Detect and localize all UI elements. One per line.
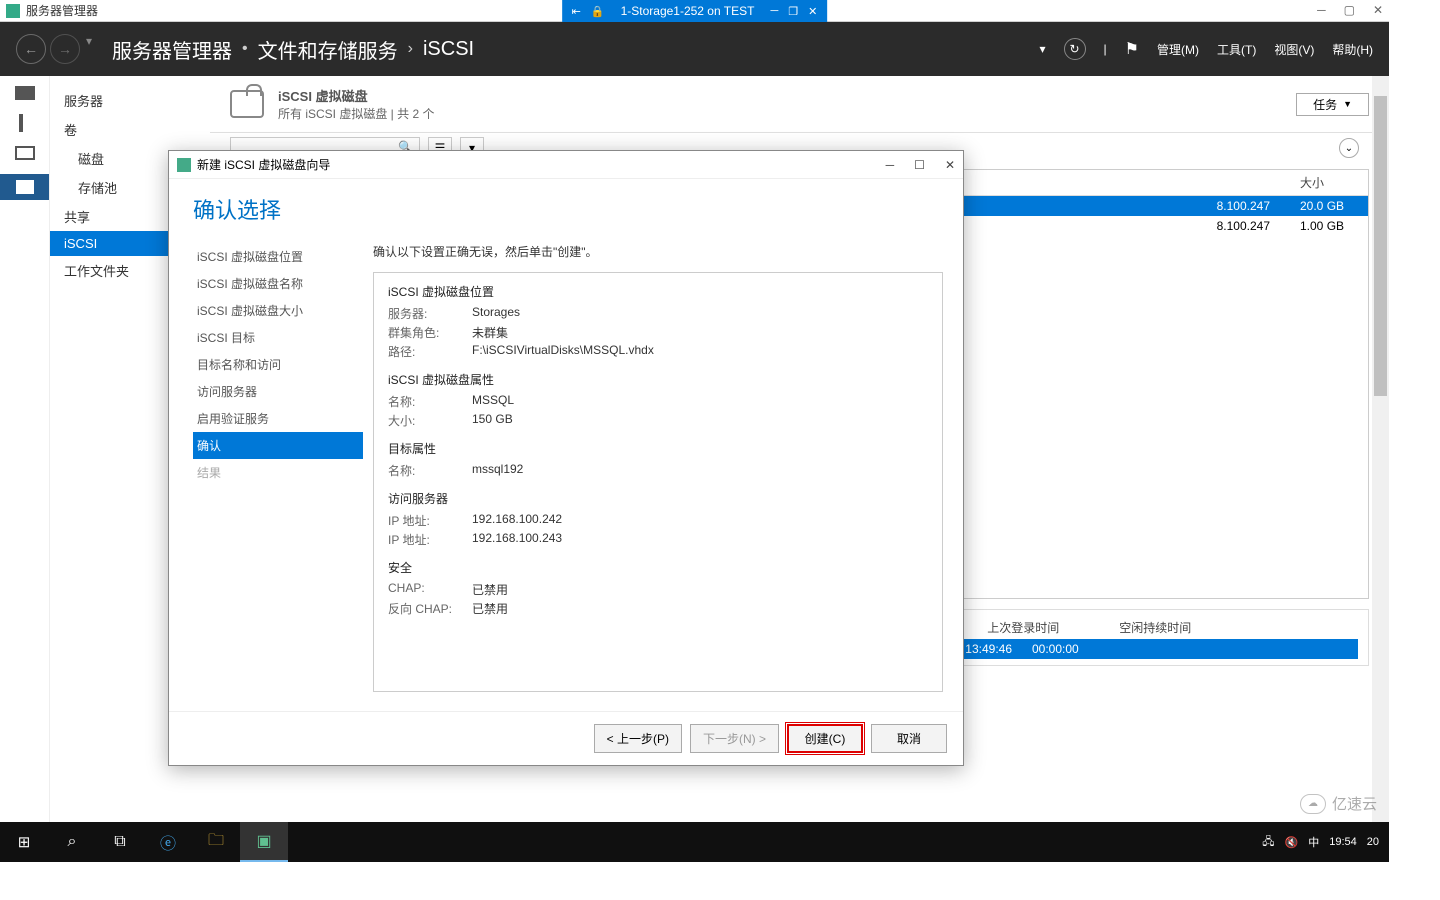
expand-button[interactable]: ⌄: [1339, 138, 1359, 158]
tray-clock[interactable]: 19:54: [1329, 836, 1357, 848]
nav-back-button[interactable]: ←: [16, 34, 46, 64]
server-manager-taskbar-button[interactable]: ▣: [240, 822, 288, 862]
wizard-intro: 确认以下设置正确无误，然后单击"创建"。: [373, 243, 943, 260]
panel-subtitle: 所有 iSCSI 虚拟磁盘 | 共 2 个: [278, 105, 434, 122]
wizard-step[interactable]: 访问服务器: [193, 378, 363, 405]
wizard-minimize-button[interactable]: ─: [886, 158, 895, 172]
nav-dropdown[interactable]: ▾: [86, 34, 92, 64]
close-button[interactable]: ✕: [1373, 3, 1383, 18]
refresh-button[interactable]: ↻: [1064, 38, 1086, 60]
nav-item-volumes[interactable]: 卷: [50, 115, 210, 144]
nav-forward-button[interactable]: →: [50, 34, 80, 64]
cancel-button[interactable]: 取消: [871, 724, 947, 753]
tray-sound-icon[interactable]: 🔇: [1285, 836, 1299, 849]
prev-button[interactable]: < 上一步(P): [594, 724, 682, 753]
create-button[interactable]: 创建(C): [787, 724, 863, 753]
panel-title: iSCSI 虚拟磁盘: [278, 86, 434, 105]
tray-network-icon[interactable]: 🖧: [1262, 833, 1274, 852]
all-servers-icon[interactable]: [15, 146, 35, 160]
breadcrumb: 服务器管理器 • 文件和存储服务 › iSCSI: [112, 35, 474, 64]
confirmation-box: iSCSI 虚拟磁盘位置 服务器:Storages 群集角色:未群集 路径:F:…: [373, 272, 943, 692]
cloud-icon: ☁: [1300, 794, 1326, 814]
iscsi-disk-icon: [230, 90, 264, 118]
breadcrumb-leaf: iSCSI: [423, 38, 474, 61]
header-divider: |: [1104, 42, 1107, 56]
header-dropdown[interactable]: ▾: [1040, 42, 1046, 56]
menu-help[interactable]: 帮助(H): [1332, 41, 1373, 58]
local-server-icon[interactable]: [19, 114, 23, 132]
wizard-icon: [177, 158, 191, 172]
nav-item-servers[interactable]: 服务器: [50, 86, 210, 115]
chevron-right-icon: •: [242, 40, 248, 58]
dashboard-icon[interactable]: [15, 86, 35, 100]
chevron-right-icon: ›: [408, 40, 413, 58]
wizard-step-current[interactable]: 确认: [193, 432, 363, 459]
task-view-button[interactable]: ⧉: [96, 822, 144, 862]
chevron-down-icon: ▼: [1343, 99, 1352, 109]
taskbar: ⊞ ⌕ ⧉ ⓔ 🗀 ▣ 🖧 🔇 中 19:54 20: [0, 822, 1389, 862]
server-manager-icon: [6, 4, 20, 18]
maximize-button[interactable]: ▢: [1344, 3, 1355, 18]
tasks-button[interactable]: 任务 ▼: [1296, 93, 1369, 116]
wizard-step-disabled: 结果: [193, 459, 363, 486]
menu-tools[interactable]: 工具(T): [1217, 41, 1256, 58]
watermark: ☁ 亿速云: [1300, 793, 1377, 814]
wizard-step[interactable]: 启用验证服务: [193, 405, 363, 432]
wizard-step[interactable]: iSCSI 虚拟磁盘位置: [193, 243, 363, 270]
wizard-title: 确认选择: [169, 179, 963, 243]
pin-icon[interactable]: ⇤: [572, 5, 581, 18]
icon-rail: [0, 76, 50, 822]
explorer-button[interactable]: 🗀: [192, 822, 240, 862]
wizard-close-button[interactable]: ✕: [945, 158, 955, 172]
col-idle-time: 空闲持续时间: [1119, 619, 1191, 636]
breadcrumb-root[interactable]: 服务器管理器: [112, 35, 232, 64]
vm-connection-bar: ⇤ 🔒 1-Storage1-252 on TEST ─ ❐ ✕: [562, 0, 828, 22]
col-last-login: 上次登录时间: [987, 619, 1059, 636]
vertical-scrollbar[interactable]: [1372, 76, 1389, 822]
server-manager-header: ← → ▾ 服务器管理器 • 文件和存储服务 › iSCSI ▾ ↻ | ⚑ 管…: [0, 22, 1389, 76]
next-button: 下一步(N) >: [690, 724, 779, 753]
notifications-icon[interactable]: ⚑: [1125, 39, 1139, 59]
wizard-step[interactable]: iSCSI 虚拟磁盘大小: [193, 297, 363, 324]
outer-window-title: 服务器管理器: [26, 2, 98, 19]
tray-year: 20: [1367, 836, 1379, 848]
wizard-steps: iSCSI 虚拟磁盘位置 iSCSI 虚拟磁盘名称 iSCSI 虚拟磁盘大小 i…: [193, 243, 363, 711]
wizard-maximize-button[interactable]: ☐: [914, 158, 925, 172]
breadcrumb-mid[interactable]: 文件和存储服务: [258, 35, 398, 64]
vm-title: 1-Storage1-252 on TEST: [621, 4, 755, 18]
minimize-button[interactable]: ─: [1317, 3, 1326, 18]
new-iscsi-wizard-dialog: 新建 iSCSI 虚拟磁盘向导 ─ ☐ ✕ 确认选择 iSCSI 虚拟磁盘位置 …: [168, 150, 964, 766]
col-size[interactable]: 大小: [1300, 174, 1360, 191]
menu-view[interactable]: 视图(V): [1274, 41, 1314, 58]
ie-button[interactable]: ⓔ: [144, 822, 192, 862]
wizard-step[interactable]: 目标名称和访问: [193, 351, 363, 378]
vm-restore-button[interactable]: ❐: [788, 5, 798, 18]
tray-ime[interactable]: 中: [1308, 834, 1319, 850]
vm-minimize-button[interactable]: ─: [770, 5, 778, 17]
file-services-icon[interactable]: [0, 174, 49, 200]
start-button[interactable]: ⊞: [0, 822, 48, 862]
lock-icon: 🔒: [591, 5, 605, 18]
search-button[interactable]: ⌕: [48, 822, 96, 862]
wizard-step[interactable]: iSCSI 虚拟磁盘名称: [193, 270, 363, 297]
vm-close-button[interactable]: ✕: [808, 5, 817, 18]
wizard-window-title: 新建 iSCSI 虚拟磁盘向导: [197, 156, 330, 173]
wizard-step[interactable]: iSCSI 目标: [193, 324, 363, 351]
menu-manage[interactable]: 管理(M): [1157, 41, 1199, 58]
